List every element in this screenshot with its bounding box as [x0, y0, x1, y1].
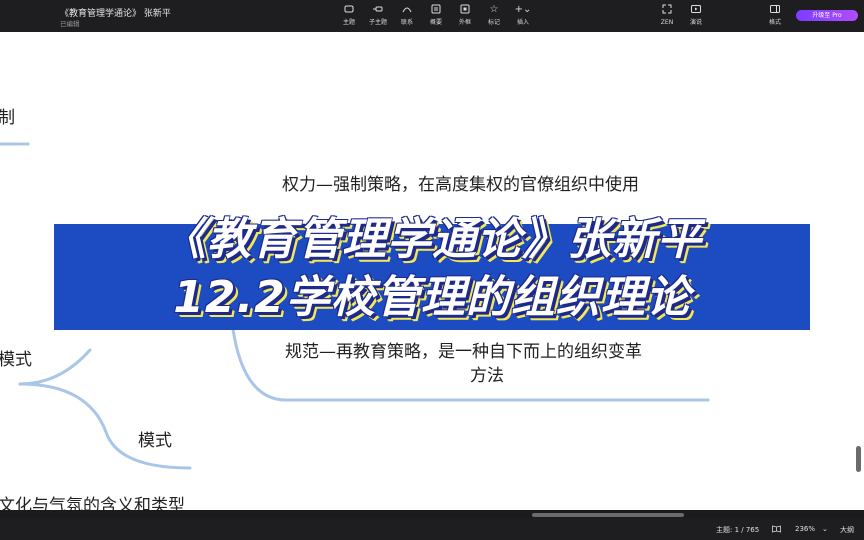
- caption-subtitle: 12.2学校管理的组织理论: [173, 272, 691, 323]
- marker-icon: ☆: [489, 4, 499, 15]
- present-button[interactable]: 演说: [681, 4, 711, 27]
- status-bar: 主题: 1 / 765 236% ⌄ 大纲: [0, 518, 864, 540]
- topic-count: 主题: 1 / 765: [716, 526, 760, 534]
- summary-icon: [421, 4, 451, 16]
- toolbar-marker-button[interactable]: ☆ 标记: [479, 4, 509, 27]
- topic-node[interactable]: 制: [0, 106, 15, 130]
- title-bar: 《教育管理学通论》 张新平 已编辑 主题 子主题 联系 概要 外框 ☆ 标记 +…: [0, 0, 864, 32]
- insert-icon: +⌄: [514, 4, 532, 15]
- document-status: 已编辑: [60, 20, 80, 28]
- boundary-icon: [450, 4, 480, 16]
- toolbar-insert-button[interactable]: +⌄ 插入: [508, 4, 538, 27]
- play-icon: [681, 4, 711, 16]
- caption-title: 《教育管理学通论》张新平: [162, 214, 702, 265]
- outline-button[interactable]: 大纲: [840, 525, 854, 535]
- subtopic-icon: [363, 4, 393, 16]
- zoom-level[interactable]: 236%: [795, 525, 815, 533]
- format-panel-button[interactable]: 格式: [760, 4, 790, 27]
- topic-node[interactable]: 模式: [138, 429, 172, 453]
- topic-node-continuation: 方法: [470, 366, 504, 386]
- topic-node[interactable]: 权力—强制策略，在高度集权的官僚组织中使用: [282, 173, 639, 197]
- upgrade-pro-button[interactable]: 升级至 Pro: [796, 10, 858, 21]
- fullscreen-icon: [652, 4, 682, 16]
- horizontal-scrollbar[interactable]: [532, 513, 684, 517]
- format-panel-icon: [760, 4, 790, 16]
- topic-node[interactable]: 文化与气氛的含义和类型: [0, 494, 185, 510]
- topic-node[interactable]: 规范—再教育策略，是一种自下而上的组织变革: [285, 340, 642, 364]
- zoom-dropdown-icon[interactable]: ⌄: [822, 525, 828, 533]
- outline-view-icon[interactable]: [772, 525, 781, 535]
- topic-node[interactable]: 模式: [0, 348, 32, 372]
- relationship-icon: [392, 4, 422, 16]
- toolbar-topic-button[interactable]: 主题: [334, 4, 364, 27]
- toolbar-boundary-button[interactable]: 外框: [450, 4, 480, 27]
- toolbar-subtopic-button[interactable]: 子主题: [363, 4, 393, 27]
- zen-mode-button[interactable]: ZEN: [652, 4, 682, 27]
- vertical-scrollbar[interactable]: [856, 446, 861, 472]
- toolbar-relationship-button[interactable]: 联系: [392, 4, 422, 27]
- toolbar-summary-button[interactable]: 概要: [421, 4, 451, 27]
- topic-icon: [334, 4, 364, 16]
